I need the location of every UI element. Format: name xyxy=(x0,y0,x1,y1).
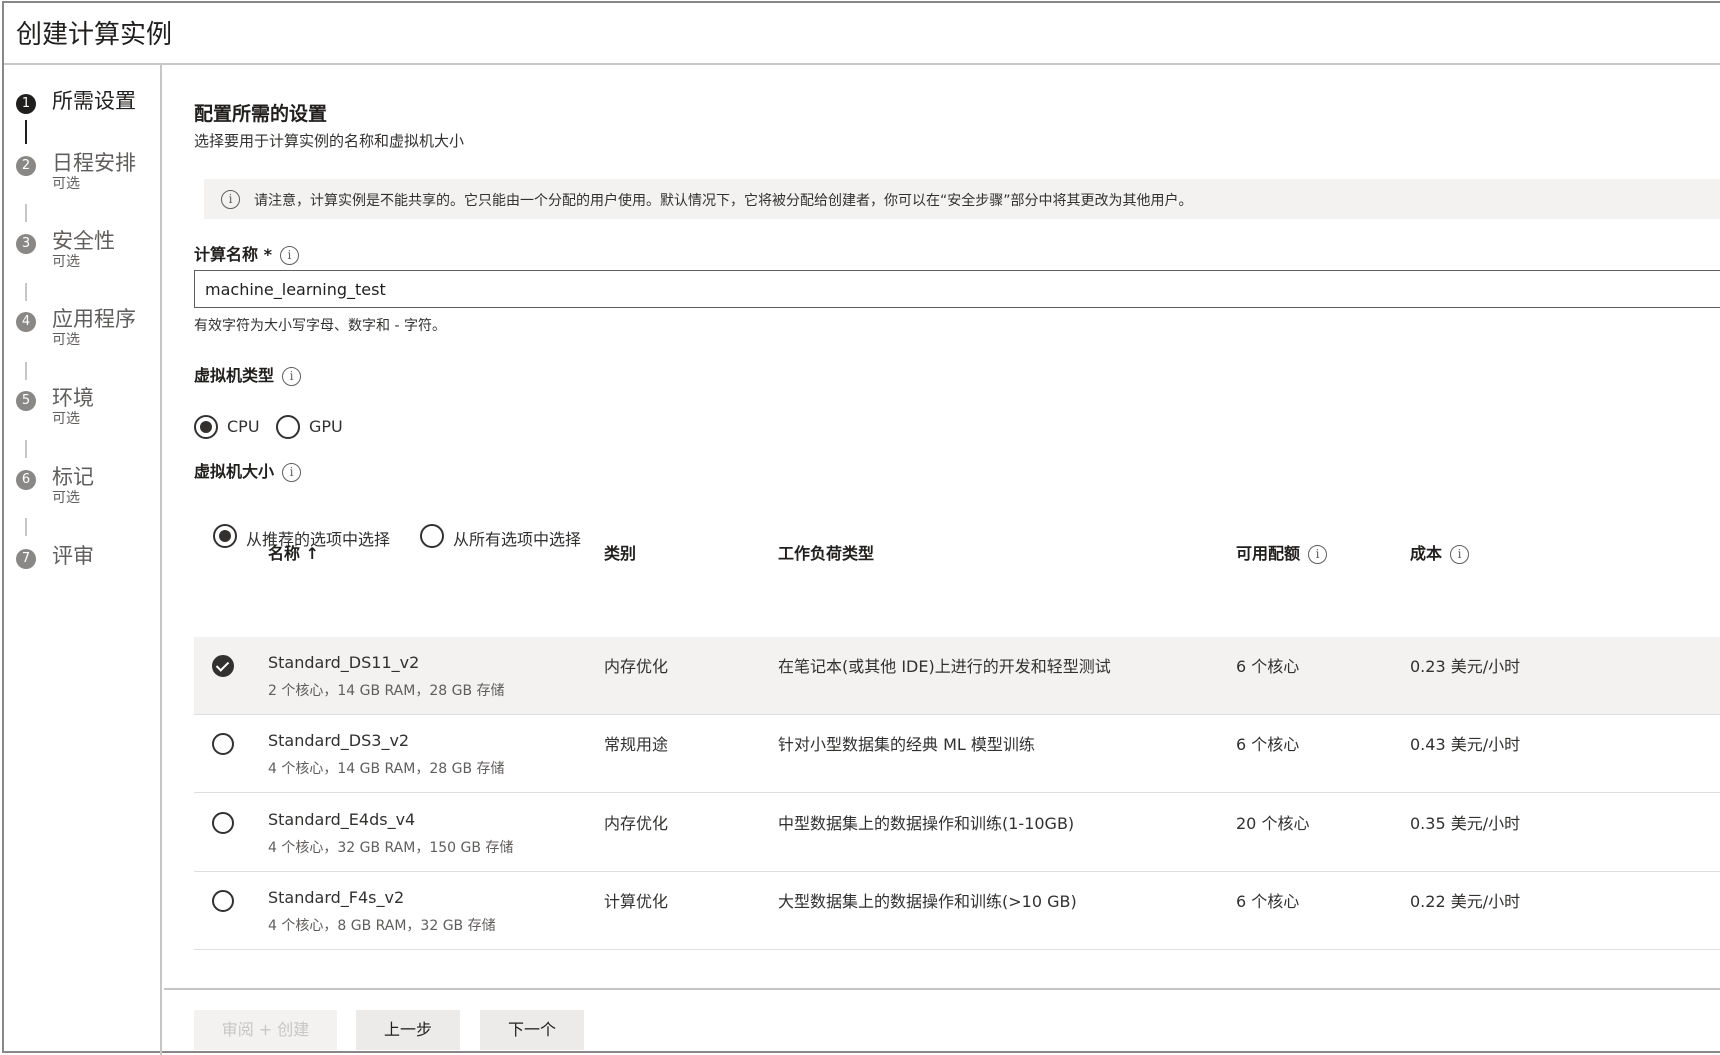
step-connector xyxy=(25,283,27,301)
vm-cost: 0.35 美元/小时 xyxy=(1410,814,1521,833)
step-connector xyxy=(25,120,27,144)
table-row[interactable]: Standard_DS3_v2 4 个核心，14 GB RAM，28 GB 存储… xyxy=(194,715,1720,793)
row-select-radio[interactable] xyxy=(212,733,234,755)
vm-quota: 20 个核心 xyxy=(1236,814,1310,833)
review-create-button[interactable]: 审阅 + 创建 xyxy=(194,1010,337,1050)
vm-spec: 4 个核心，14 GB RAM，28 GB 存储 xyxy=(268,761,505,777)
notice-text: 请注意，计算实例是不能共享的。它只能由一个分配的用户使用。默认情况下，它将被分配… xyxy=(254,193,1193,209)
vm-cost: 0.23 美元/小时 xyxy=(1410,657,1521,676)
vm-name: Standard_DS11_v2 xyxy=(268,653,420,672)
info-icon[interactable]: i xyxy=(1308,545,1328,564)
step-label: 评审 xyxy=(52,544,94,568)
vm-quota: 6 个核心 xyxy=(1236,657,1300,676)
vm-type-cpu-label[interactable]: CPU xyxy=(227,417,260,436)
vm-spec: 4 个核心，32 GB RAM，150 GB 存储 xyxy=(268,840,514,856)
main-content: 配置所需的设置 选择要用于计算实例的名称和虚拟机大小 i 请注意，计算实例是不能… xyxy=(164,65,1720,1055)
info-icon[interactable]: i xyxy=(1450,545,1470,564)
compute-name-label-text: 计算名称 * xyxy=(194,245,272,264)
previous-button[interactable]: 上一步 xyxy=(356,1010,460,1050)
vm-category: 计算优化 xyxy=(604,892,669,911)
step-optional-label: 可选 xyxy=(52,490,80,506)
step-number: 2 xyxy=(16,156,36,176)
vm-type-label: 虚拟机类型 i xyxy=(194,362,302,386)
section-subtitle: 选择要用于计算实例的名称和虚拟机大小 xyxy=(194,132,465,150)
step-optional-label: 可选 xyxy=(52,411,80,427)
column-header-name[interactable]: 名称 ↑ xyxy=(268,540,319,564)
dialog-footer: 审阅 + 创建 上一步 下一个 xyxy=(164,988,1720,1055)
dialog-title: 创建计算实例 xyxy=(16,20,173,50)
table-header: 名称 ↑ 类别 工作负荷类型 可用配额 i 成本 i xyxy=(194,530,1720,570)
vm-workload: 在笔记本(或其他 IDE)上进行的开发和轻型测试 xyxy=(778,657,1111,676)
info-icon[interactable]: i xyxy=(282,463,302,482)
row-select-radio[interactable] xyxy=(212,890,234,912)
step-optional-label: 可选 xyxy=(52,176,80,192)
step-number: 7 xyxy=(16,549,36,569)
next-button[interactable]: 下一个 xyxy=(480,1010,584,1050)
vm-category: 常规用途 xyxy=(604,735,669,754)
step-label: 所需设置 xyxy=(52,89,136,113)
column-header-cost-text: 成本 xyxy=(1410,544,1443,563)
vm-workload: 针对小型数据集的经典 ML 模型训练 xyxy=(778,735,1035,754)
step-connector xyxy=(25,204,27,222)
vm-name: Standard_E4ds_v4 xyxy=(268,810,416,829)
column-header-quota-text: 可用配额 xyxy=(1236,544,1301,563)
table-row[interactable]: Standard_DS11_v2 2 个核心，14 GB RAM，28 GB 存… xyxy=(194,637,1720,715)
vm-category: 内存优化 xyxy=(604,657,669,676)
step-connector xyxy=(25,518,27,536)
dialog-header: 创建计算实例 xyxy=(4,3,1720,65)
step-number: 5 xyxy=(16,391,36,411)
info-icon[interactable]: i xyxy=(279,246,299,265)
vm-quota: 6 个核心 xyxy=(1236,735,1300,754)
step-number: 4 xyxy=(16,312,36,332)
compute-name-input[interactable] xyxy=(194,270,1720,308)
vm-type-gpu-radio[interactable] xyxy=(276,415,300,439)
info-icon[interactable]: i xyxy=(282,367,302,386)
step-optional-label: 可选 xyxy=(52,332,80,348)
column-header-category[interactable]: 类别 xyxy=(604,540,636,564)
row-select-radio[interactable] xyxy=(212,812,234,834)
vm-size-label-text: 虚拟机大小 xyxy=(194,462,275,481)
step-connector xyxy=(25,362,27,380)
vm-type-label-text: 虚拟机类型 xyxy=(194,366,275,385)
vm-type-gpu-label[interactable]: GPU xyxy=(309,417,343,436)
step-number: 3 xyxy=(16,234,36,254)
column-header-quota[interactable]: 可用配额 i xyxy=(1236,540,1328,564)
table-row[interactable]: Standard_E4ds_v4 4 个核心，32 GB RAM，150 GB … xyxy=(194,794,1720,872)
vm-cost: 0.43 美元/小时 xyxy=(1410,735,1521,754)
step-number: 6 xyxy=(16,470,36,490)
vm-quota: 6 个核心 xyxy=(1236,892,1300,911)
info-icon: i xyxy=(221,190,240,209)
column-header-cost[interactable]: 成本 i xyxy=(1410,540,1470,564)
section-title: 配置所需的设置 xyxy=(194,103,328,125)
vm-name: Standard_DS3_v2 xyxy=(268,731,410,750)
vm-category: 内存优化 xyxy=(604,814,669,833)
vm-spec: 2 个核心，14 GB RAM，28 GB 存储 xyxy=(268,683,505,699)
vm-workload: 大型数据集上的数据操作和训练(>10 GB) xyxy=(778,892,1077,911)
dialog-frame: 创建计算实例 1 所需设置 2 日程安排 可选 3 安全性 可选 4 应用程序 … xyxy=(2,1,1720,1055)
vm-type-cpu-radio[interactable] xyxy=(194,415,218,439)
row-select-radio[interactable] xyxy=(212,655,234,677)
vm-size-label: 虚拟机大小 i xyxy=(194,458,302,482)
vm-spec: 4 个核心，8 GB RAM，32 GB 存储 xyxy=(268,918,496,934)
table-row[interactable]: Standard_F4s_v2 4 个核心，8 GB RAM，32 GB 存储 … xyxy=(194,872,1720,950)
vm-name: Standard_F4s_v2 xyxy=(268,888,405,907)
step-optional-label: 可选 xyxy=(52,254,80,270)
notice-banner: i 请注意，计算实例是不能共享的。它只能由一个分配的用户使用。默认情况下，它将被… xyxy=(204,179,1720,219)
vm-cost: 0.22 美元/小时 xyxy=(1410,892,1521,911)
step-connector xyxy=(25,440,27,458)
column-header-workload[interactable]: 工作负荷类型 xyxy=(778,540,874,564)
compute-name-label: 计算名称 * i xyxy=(194,241,299,265)
wizard-steps: 1 所需设置 2 日程安排 可选 3 安全性 可选 4 应用程序 可选 5 环境… xyxy=(4,65,162,1055)
compute-name-hint: 有效字符为大小写字母、数字和 - 字符。 xyxy=(194,318,446,334)
step-number: 1 xyxy=(16,94,36,114)
vm-workload: 中型数据集上的数据操作和训练(1-10GB) xyxy=(778,814,1075,833)
